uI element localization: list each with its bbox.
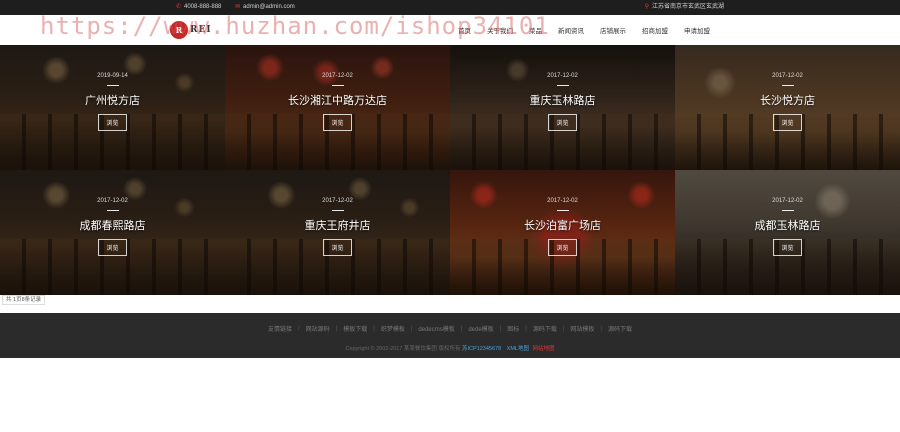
store-name: 长沙泊富广场店 (524, 220, 601, 232)
pagination-info: 共 1页8条记录 (2, 295, 46, 305)
browse-button[interactable]: 浏览 (323, 114, 352, 131)
store-card[interactable]: 2017-12-02 重庆王府井店 浏览 (225, 170, 450, 295)
divider (106, 210, 119, 211)
store-date: 2017-12-02 (97, 198, 128, 204)
divider (781, 85, 794, 86)
browse-button[interactable]: 浏览 (773, 239, 802, 256)
divider (556, 85, 569, 86)
phone-contact: ✆ 4008-888-888 (176, 0, 221, 15)
browse-button[interactable]: 浏览 (98, 114, 127, 131)
separator: | (525, 325, 527, 332)
logo-text: REI (190, 25, 212, 35)
nav-home[interactable]: 首页 (450, 25, 479, 35)
address-contact: ⚲ 江苏省南京市玄武区玄武湖 (645, 0, 724, 15)
store-grid: 2019-09-14 广州悦方店 浏览 2017-12-02 长沙湘江中路万达店… (0, 45, 900, 295)
nav-dishes[interactable]: 菜品 (521, 25, 550, 35)
mail-icon: ✉ (235, 4, 241, 10)
store-name: 长沙悦方店 (760, 95, 815, 107)
store-name: 重庆王府井店 (304, 220, 371, 232)
phone-icon: ✆ (176, 4, 182, 10)
top-bar: ✆ 4008-888-888 ✉ admin@admin.com ⚲ 江苏省南京… (0, 0, 900, 15)
friend-links: 友情链接 / 网站源码 | 模板下载 | 织梦模板 | dedecms模板 | … (0, 324, 900, 334)
separator: | (460, 325, 463, 332)
store-info: 2019-09-14 广州悦方店 浏览 (0, 73, 225, 131)
footer-link[interactable]: 网站源码 (306, 324, 330, 333)
phone-number: 4008-888-888 (184, 4, 222, 10)
store-info: 2017-12-02 长沙湘江中路万达店 浏览 (225, 73, 450, 131)
footer-link[interactable]: 图标 (507, 324, 519, 333)
footer-link[interactable]: 模板下载 (343, 324, 367, 333)
store-info: 2017-12-02 成都玉林路店 浏览 (675, 198, 900, 256)
divider (556, 210, 569, 211)
footer-link[interactable]: dede模板 (468, 324, 493, 333)
nav-stores[interactable]: 店铺展示 (592, 25, 634, 35)
browse-button[interactable]: 浏览 (773, 114, 802, 131)
store-info: 2017-12-02 长沙悦方店 浏览 (675, 73, 900, 131)
copyright-line: Copyright © 2002-2017 某某餐饮集团 版权所有 苏ICP12… (0, 344, 900, 352)
store-date: 2017-12-02 (772, 73, 803, 79)
store-date: 2017-12-02 (547, 198, 578, 204)
store-date: 2017-12-02 (547, 73, 578, 79)
store-date: 2019-09-14 (97, 73, 128, 79)
nav-about[interactable]: 关于我们 (479, 25, 521, 35)
friend-links-label: 友情链接 (267, 327, 292, 333)
nav-franchise[interactable]: 招商加盟 (634, 25, 676, 35)
browse-button[interactable]: 浏览 (548, 114, 577, 131)
nav-apply[interactable]: 申请加盟 (676, 25, 718, 35)
footer-link[interactable]: 源码下载 (608, 324, 632, 333)
email-address: admin@admin.com (243, 4, 295, 10)
divider (781, 210, 794, 211)
browse-button[interactable]: 浏览 (548, 239, 577, 256)
store-card[interactable]: 2017-12-02 长沙悦方店 浏览 (675, 45, 900, 170)
store-date: 2017-12-02 (772, 198, 803, 204)
separator: | (373, 325, 375, 332)
store-name: 广州悦方店 (85, 95, 140, 107)
footer-link[interactable]: 网站模板 (570, 324, 594, 333)
address-text: 江苏省南京市玄武区玄武湖 (651, 4, 724, 10)
separator: | (562, 325, 565, 332)
store-info: 2017-12-02 重庆王府井店 浏览 (225, 198, 450, 256)
store-info: 2017-12-02 长沙泊富广场店 浏览 (450, 198, 675, 256)
store-card[interactable]: 2017-12-02 长沙湘江中路万达店 浏览 (225, 45, 450, 170)
footer-link[interactable]: dedecms模板 (418, 324, 454, 333)
location-pin-icon: ⚲ (644, 4, 649, 10)
xml-map-link[interactable]: XML地图 (507, 346, 529, 352)
site-logo[interactable]: R REI (170, 19, 212, 41)
sitemap-link[interactable]: 网站地图 (533, 346, 555, 352)
browse-button[interactable]: 浏览 (323, 239, 352, 256)
copyright-text: Copyright © 2002-2017 某某餐饮集团 版权所有 (345, 346, 461, 352)
store-info: 2017-12-02 成都春熙路店 浏览 (0, 198, 225, 256)
store-card[interactable]: 2017-12-02 长沙泊富广场店 浏览 (450, 170, 675, 295)
separator: | (410, 325, 413, 332)
site-header: R REI 首页 关于我们 菜品 新闻资讯 店铺展示 招商加盟 申请加盟 (0, 15, 900, 45)
separator: | (335, 325, 338, 332)
store-card[interactable]: 2019-09-14 广州悦方店 浏览 (0, 45, 225, 170)
separator: | (600, 325, 602, 332)
store-card[interactable]: 2017-12-02 成都玉林路店 浏览 (675, 170, 900, 295)
separator: / (298, 325, 300, 332)
store-date: 2017-12-02 (322, 73, 353, 79)
nav-news[interactable]: 新闻资讯 (550, 25, 592, 35)
divider (106, 85, 119, 86)
email-contact: ✉ admin@admin.com (235, 0, 295, 15)
browse-button[interactable]: 浏览 (98, 239, 127, 256)
store-date: 2017-12-02 (322, 198, 353, 204)
main-nav: 首页 关于我们 菜品 新闻资讯 店铺展示 招商加盟 申请加盟 (450, 15, 718, 45)
store-name: 长沙湘江中路万达店 (288, 95, 387, 107)
store-name: 成都玉林路店 (754, 220, 821, 232)
footer-link[interactable]: 源码下载 (533, 324, 557, 333)
divider (331, 210, 344, 211)
logo-mark-icon: R (170, 21, 188, 39)
store-info: 2017-12-02 重庆玉林路店 浏览 (450, 73, 675, 131)
store-card[interactable]: 2017-12-02 重庆玉林路店 浏览 (450, 45, 675, 170)
icp-link[interactable]: 苏ICP12345678 (462, 346, 501, 352)
site-footer: 友情链接 / 网站源码 | 模板下载 | 织梦模板 | dedecms模板 | … (0, 313, 900, 358)
store-name: 成都春熙路店 (79, 220, 146, 232)
store-card[interactable]: 2017-12-02 成都春熙路店 浏览 (0, 170, 225, 295)
footer-link[interactable]: 织梦模板 (381, 324, 405, 333)
divider (331, 85, 344, 86)
store-name: 重庆玉林路店 (529, 95, 596, 107)
separator: | (499, 325, 502, 332)
